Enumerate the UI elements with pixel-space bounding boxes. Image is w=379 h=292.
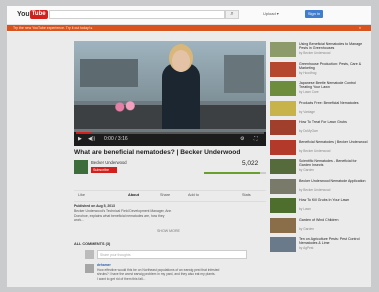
promo-banner[interactable]: Try the new YouTube experience. Try it o… [7, 25, 371, 31]
related-video-title[interactable]: Using Beneficial Nematodes to Manage Pes… [299, 42, 369, 51]
video-frame-presenter-head [172, 50, 190, 72]
related-video-title[interactable]: Ten on Agriculture Pests: Pest Control N… [299, 237, 369, 246]
related-video-title[interactable]: Greenhouse Production: Pests, Care & Mar… [299, 62, 369, 71]
tab-about[interactable]: About [128, 193, 139, 197]
masthead: You Tube ⌕ Upload ▾ Sign in [7, 6, 371, 25]
video-frame-presenter [162, 63, 200, 129]
related-video-item[interactable]: Garden of Wind Children by Garden [270, 217, 371, 237]
related-video-item[interactable]: Scientific Nematodes - Beneficial for Ga… [270, 158, 371, 178]
time-display: 0:00 / 3:16 [104, 136, 128, 142]
comment: dehamer How effective would this be on N… [97, 263, 257, 281]
progress-bar[interactable] [76, 132, 264, 134]
video-thumbnail[interactable] [270, 120, 296, 135]
settings-icon[interactable]: ⚙ [240, 136, 244, 142]
user-avatar [85, 250, 94, 259]
rating-fill [204, 172, 260, 174]
play-icon[interactable]: ▶ [78, 136, 82, 142]
comment-input[interactable]: Share your thoughts [97, 250, 247, 259]
youtube-logo[interactable]: You Tube [17, 10, 48, 19]
tab-share[interactable]: Share [160, 193, 170, 197]
related-video-item[interactable]: Beneficial Nematodes | Becker Underwood b… [270, 139, 371, 159]
banner-text: Try the new YouTube experience. Try it o… [13, 25, 93, 30]
channel-avatar[interactable] [74, 160, 88, 174]
related-video-title[interactable]: Becker Underwood Nematode Application [299, 179, 369, 183]
channel-row: Becker Underwood Subscribe 5,022 [74, 160, 266, 188]
volume-icon[interactable]: ◀)) [88, 136, 95, 142]
comments-header: ALL COMMENTS (3) [74, 242, 111, 246]
logo-you-text: You [17, 11, 30, 18]
close-icon[interactable]: × [359, 26, 361, 30]
video-description: Published on Aug 5, 2013 Becker Underwoo… [74, 204, 224, 223]
subscribe-button[interactable]: Subscribe [91, 167, 117, 173]
related-videos-sidebar: Using Beneficial Nematodes to Manage Pes… [270, 41, 371, 256]
video-frame-shelf [80, 59, 138, 87]
browser-screenshot: You Tube ⌕ Upload ▾ Sign in Try the new Y… [7, 6, 371, 287]
video-frame-shelf [224, 55, 264, 93]
video-title: What are beneficial nematodes? | Becker … [74, 149, 241, 156]
stats-button[interactable]: Stats [242, 193, 251, 197]
related-video-channel: by Lawn [299, 207, 311, 211]
show-more-button[interactable]: SHOW MORE [157, 229, 180, 233]
search-icon: ⌕ [230, 11, 234, 17]
watch-page: ▶ ◀)) 0:00 / 3:16 ⚙ ⛶ What are beneficia… [7, 32, 371, 287]
related-video-channel: by Becker Underwood [299, 148, 331, 153]
upload-button[interactable]: Upload ▾ [263, 11, 279, 16]
search-button[interactable]: ⌕ [225, 10, 239, 19]
like-button[interactable]: Like [78, 193, 85, 197]
logo-tube-text: Tube [29, 10, 48, 19]
video-player[interactable]: ▶ ◀)) 0:00 / 3:16 ⚙ ⛶ [74, 41, 266, 146]
progress-fill [76, 132, 92, 134]
tab-add-to[interactable]: Add to [188, 193, 199, 197]
video-thumbnail[interactable] [270, 237, 296, 252]
video-thumbnail[interactable] [270, 159, 296, 174]
related-video-item[interactable]: Ten on Agriculture Pests: Pest Control N… [270, 236, 371, 256]
related-video-item[interactable]: Using Beneficial Nematodes to Manage Pes… [270, 41, 371, 61]
player-controls: ▶ ◀)) 0:00 / 3:16 ⚙ ⛶ [74, 132, 266, 146]
related-video-channel: by Becker Underwood [299, 187, 331, 192]
video-thumbnail[interactable] [270, 81, 296, 96]
related-video-title[interactable]: Japanese Beetle Nematode Control Treatin… [299, 81, 369, 90]
related-video-title[interactable]: Products Free: Beneficial Nematodes [299, 101, 369, 105]
related-video-title[interactable]: Beneficial Nematodes | Becker Underwood [299, 140, 369, 144]
video-thumbnail[interactable] [270, 178, 296, 194]
related-video-item[interactable]: How To Kill Grubs In Your Lawn by Lawn [270, 197, 371, 217]
related-video-title[interactable]: Scientific Nematodes - Beneficial for Ga… [299, 159, 369, 168]
view-count: 5,022 [242, 160, 259, 167]
video-thumbnail[interactable] [270, 42, 296, 57]
description-line: work... [74, 218, 84, 223]
search-input[interactable] [49, 10, 225, 19]
related-video-title[interactable]: How To Treat For Lawn Grubs [299, 120, 369, 124]
video-thumbnail[interactable] [270, 198, 296, 213]
related-video-channel: by DoMyOwn [299, 129, 319, 133]
fullscreen-icon[interactable]: ⛶ [254, 136, 258, 142]
sign-in-button[interactable]: Sign in [305, 10, 323, 18]
related-video-channel: by AgPest [299, 246, 314, 250]
video-thumbnail[interactable] [270, 139, 296, 155]
action-bar: Like About Share Add to Stats [74, 190, 266, 202]
related-video-item[interactable]: Greenhouse Production: Pests, Care & Mar… [270, 61, 371, 81]
related-video-channel: by Hoodfrog [299, 70, 317, 75]
related-video-title[interactable]: How To Kill Grubs In Your Lawn [299, 198, 369, 202]
video-thumbnail[interactable] [270, 100, 296, 116]
related-video-channel: by Garden [299, 226, 314, 231]
related-video-item[interactable]: How To Treat For Lawn Grubs by DoMyOwn [270, 119, 371, 139]
related-video-channel: by Becker Underwood [299, 51, 331, 55]
commenter-avatar[interactable] [85, 264, 94, 273]
comment-text: I want to get rid of them this fall... [97, 276, 146, 281]
related-video-channel: by Vantage [299, 109, 315, 114]
rating-bar [204, 172, 266, 174]
video-thumbnail[interactable] [270, 61, 296, 77]
video-frame-flowers [112, 101, 138, 113]
video-thumbnail[interactable] [270, 217, 296, 233]
related-video-channel: by Garden [299, 168, 314, 172]
related-video-item[interactable]: Becker Underwood Nematode Application by … [270, 178, 371, 198]
related-video-item[interactable]: Products Free: Beneficial Nematodes by Va… [270, 100, 371, 120]
related-video-title[interactable]: Garden of Wind Children [299, 218, 369, 222]
related-video-channel: by Lawn Care [299, 90, 319, 94]
related-video-item[interactable]: Japanese Beetle Nematode Control Treatin… [270, 80, 371, 100]
channel-name[interactable]: Becker Underwood [91, 160, 127, 165]
